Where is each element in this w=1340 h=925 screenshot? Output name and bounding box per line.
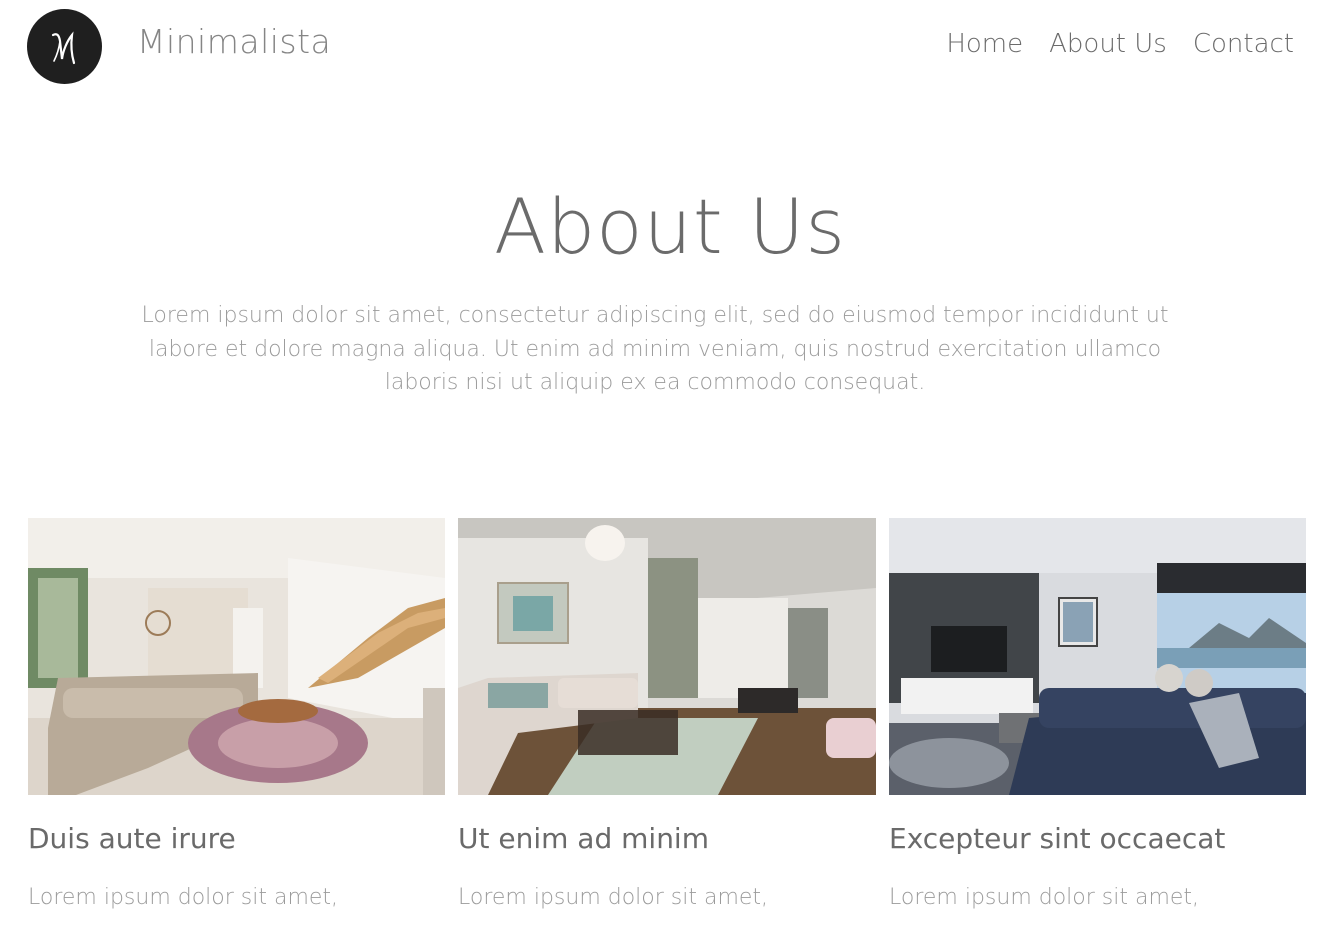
logo[interactable] [27,9,102,84]
main-nav: Home About Us Contact [946,29,1294,59]
page: Minimalista Home About Us Contact About … [0,0,1340,925]
card-image [28,518,445,795]
feature-card: Ut enim ad minim Lorem ipsum dolor sit a… [458,518,876,916]
card-text: Lorem ipsum dolor sit amet, [889,885,1200,910]
card-title: Ut enim ad minim [458,822,709,855]
brand-name[interactable]: Minimalista [137,22,331,61]
nav-home[interactable]: Home [946,29,1023,59]
nav-contact[interactable]: Contact [1193,29,1294,59]
living-room-staircase-photo [28,518,445,795]
card-text: Lorem ipsum dolor sit amet, [28,885,339,910]
living-room-sea-view-photo [889,518,1306,795]
card-image [458,518,876,795]
nav-about-us[interactable]: About Us [1049,29,1167,59]
card-title: Duis aute irure [28,822,236,855]
card-text: Lorem ipsum dolor sit amet, [458,885,769,910]
intro-paragraph: Lorem ipsum dolor sit amet, consectetur … [141,303,1169,395]
card-image [889,518,1306,795]
logo-monogram-icon [51,30,75,64]
feature-card: Duis aute irure Lorem ipsum dolor sit am… [28,518,445,916]
page-title: About Us [493,182,847,271]
site-header: Minimalista Home About Us Contact [0,0,1340,100]
living-room-kitchen-photo [458,518,876,795]
feature-card: Excepteur sint occaecat Lorem ipsum dolo… [889,518,1306,916]
card-title: Excepteur sint occaecat [889,822,1226,855]
